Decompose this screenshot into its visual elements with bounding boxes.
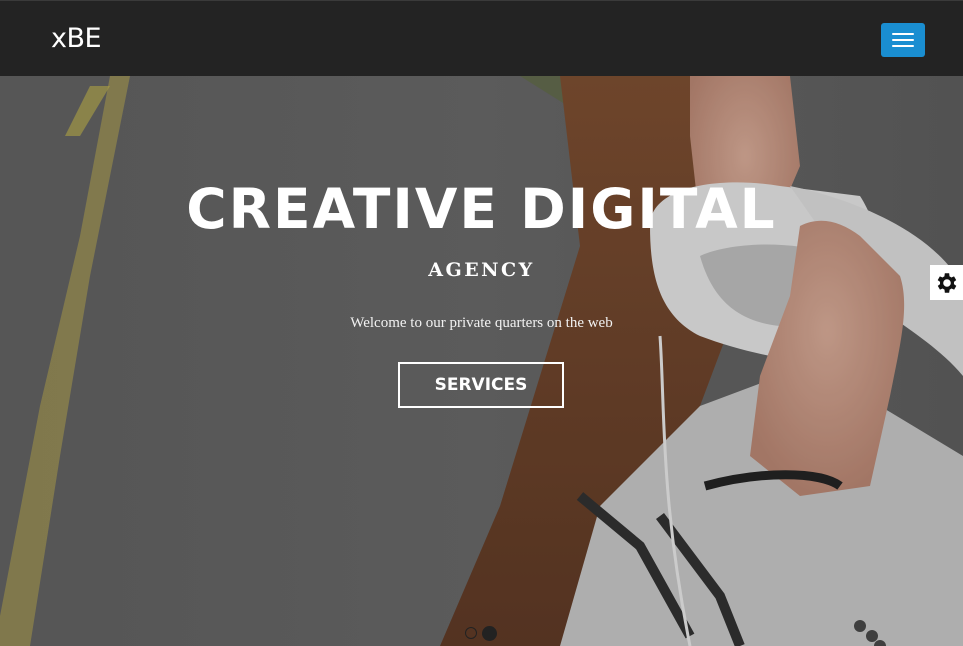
navbar: xBE — [0, 0, 963, 76]
carousel-pagination — [465, 625, 497, 641]
menu-toggle-button[interactable] — [881, 23, 925, 57]
carousel-dot-1[interactable] — [465, 627, 477, 639]
hero-subtitle: AGENCY — [428, 259, 535, 281]
hero-tagline: Welcome to our private quarters on the w… — [350, 315, 613, 331]
hamburger-icon-bar — [892, 45, 914, 47]
services-button[interactable]: SERVICES — [398, 362, 564, 408]
hamburger-icon — [892, 33, 914, 35]
hero-slider: CREATIVE DIGITAL AGENCY Welcome to our p… — [0, 76, 963, 646]
settings-panel-toggle[interactable] — [930, 265, 963, 300]
brand-logo[interactable]: xBE — [51, 23, 102, 54]
hamburger-icon-bar — [892, 39, 914, 41]
gear-icon — [937, 272, 956, 293]
hero-title: CREATIVE DIGITAL — [186, 177, 777, 241]
carousel-dot-2[interactable] — [482, 625, 497, 641]
hero-overlay — [0, 76, 963, 646]
